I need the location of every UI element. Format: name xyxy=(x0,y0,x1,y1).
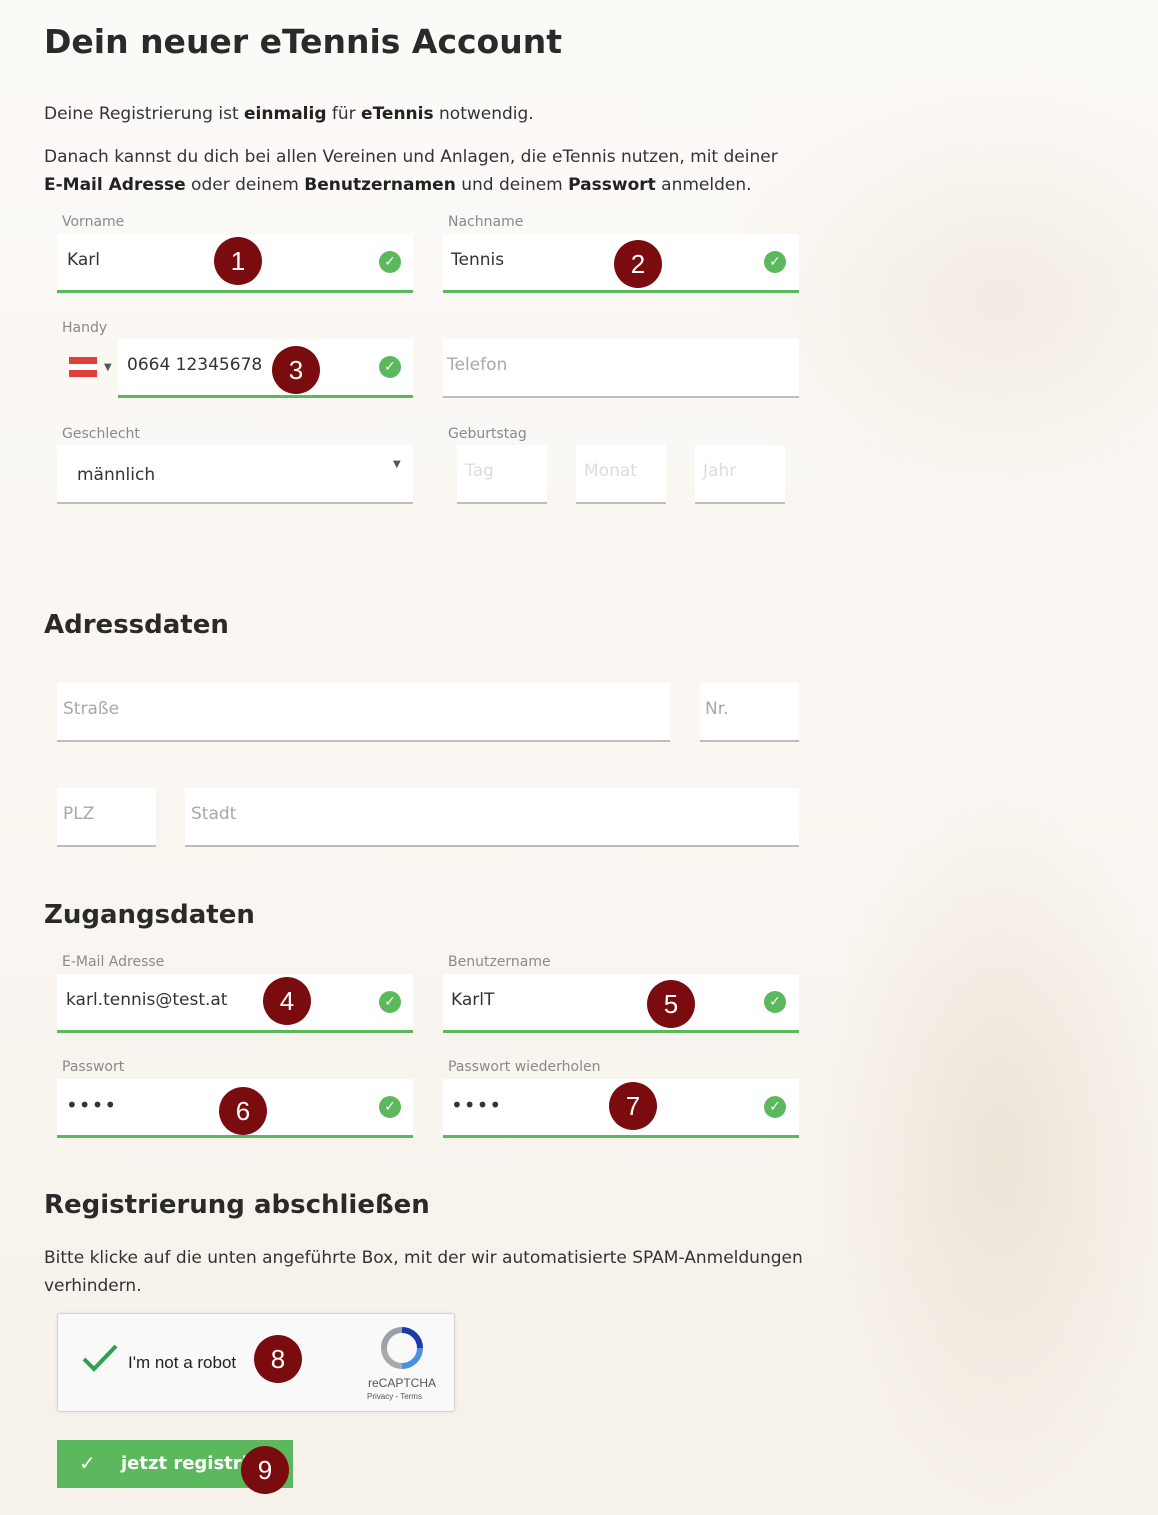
page-title: Dein neuer eTennis Account xyxy=(44,22,562,61)
spam-hint-text: Bitte klicke auf die unten angeführte Bo… xyxy=(44,1248,803,1296)
annotation-marker-2: 2 xyxy=(614,240,662,288)
address-heading: Adressdaten xyxy=(44,610,229,640)
annotation-marker-8: 8 xyxy=(254,1335,302,1383)
password-label: Passwort xyxy=(62,1059,125,1075)
access-heading: Zugangsdaten xyxy=(44,900,255,930)
gender-value: männlich xyxy=(77,465,156,485)
username-value: KarlT xyxy=(451,990,495,1010)
valid-check-icon: ✓ xyxy=(764,1096,786,1118)
house-number-placeholder: Nr. xyxy=(705,699,729,719)
lastname-value: Tennis xyxy=(451,250,505,270)
recaptcha-logo-icon xyxy=(381,1327,423,1369)
valid-check-icon: ✓ xyxy=(764,251,786,273)
austria-flag-icon[interactable] xyxy=(69,357,97,377)
gender-select[interactable]: männlich ▼ xyxy=(57,445,413,504)
birthday-label: Geburtstag xyxy=(448,426,527,442)
valid-check-icon: ✓ xyxy=(379,991,401,1013)
email-label: E-Mail Adresse xyxy=(62,954,165,970)
mobile-label: Handy xyxy=(62,320,108,336)
city-field[interactable]: Stadt xyxy=(185,788,799,847)
annotation-marker-5: 5 xyxy=(647,980,695,1028)
email-field[interactable]: karl.tennis@test.at ✓ xyxy=(57,974,413,1033)
birthday-year-placeholder: Jahr xyxy=(703,461,737,481)
finish-heading: Registrierung abschließen xyxy=(44,1190,430,1220)
valid-check-icon: ✓ xyxy=(379,251,401,273)
birthday-day-placeholder: Tag xyxy=(465,461,494,481)
checkmark-icon[interactable] xyxy=(80,1342,120,1374)
username-label: Benutzername xyxy=(448,954,551,970)
username-field[interactable]: KarlT ✓ xyxy=(443,974,799,1033)
birthday-year-field[interactable]: Jahr xyxy=(695,445,785,504)
zip-placeholder: PLZ xyxy=(63,804,95,824)
firstname-label: Vorname xyxy=(62,214,125,230)
annotation-marker-6: 6 xyxy=(219,1087,267,1135)
annotation-marker-3: 3 xyxy=(272,346,320,394)
birthday-month-field[interactable]: Monat xyxy=(576,445,666,504)
recaptcha-label: I'm not a robot xyxy=(128,1353,237,1372)
valid-check-icon: ✓ xyxy=(379,356,401,378)
intro-line-1: Deine Registrierung ist einmalig für eTe… xyxy=(44,104,534,124)
house-number-field[interactable]: Nr. xyxy=(700,683,799,742)
password-value: •••• xyxy=(66,1093,118,1117)
mobile-value: 0664 12345678 xyxy=(127,355,263,375)
gender-label: Geschlecht xyxy=(62,426,140,442)
password-repeat-label: Passwort wiederholen xyxy=(448,1059,601,1075)
recaptcha-brand: reCAPTCHA xyxy=(368,1376,437,1390)
intro-line-2: Danach kannst du dich bei allen Vereinen… xyxy=(44,147,778,195)
recaptcha-links[interactable]: Privacy - Terms xyxy=(367,1392,422,1401)
valid-check-icon: ✓ xyxy=(764,991,786,1013)
phone-field[interactable]: Telefon xyxy=(443,339,799,398)
annotation-marker-7: 7 xyxy=(609,1082,657,1130)
street-field[interactable]: Straße xyxy=(57,683,670,742)
country-dropdown-caret-icon[interactable]: ▼ xyxy=(104,362,112,373)
birthday-day-field[interactable]: Tag xyxy=(457,445,547,504)
birthday-month-placeholder: Monat xyxy=(584,461,637,481)
email-value: karl.tennis@test.at xyxy=(66,990,228,1010)
city-placeholder: Stadt xyxy=(191,804,237,824)
valid-check-icon: ✓ xyxy=(379,1096,401,1118)
mobile-field[interactable]: 0664 12345678 ✓ xyxy=(118,339,413,398)
firstname-value: Karl xyxy=(67,250,100,270)
lastname-label: Nachname xyxy=(448,214,524,230)
check-icon: ✓ xyxy=(79,1451,96,1475)
annotation-marker-9: 9 xyxy=(241,1446,289,1494)
annotation-marker-1: 1 xyxy=(214,237,262,285)
phone-placeholder: Telefon xyxy=(447,355,508,375)
street-placeholder: Straße xyxy=(63,699,120,719)
password-repeat-value: •••• xyxy=(451,1093,503,1117)
chevron-down-icon: ▼ xyxy=(393,459,401,470)
annotation-marker-4: 4 xyxy=(263,977,311,1025)
zip-field[interactable]: PLZ xyxy=(57,788,156,847)
register-button-label: jetzt registrie xyxy=(121,1453,261,1474)
